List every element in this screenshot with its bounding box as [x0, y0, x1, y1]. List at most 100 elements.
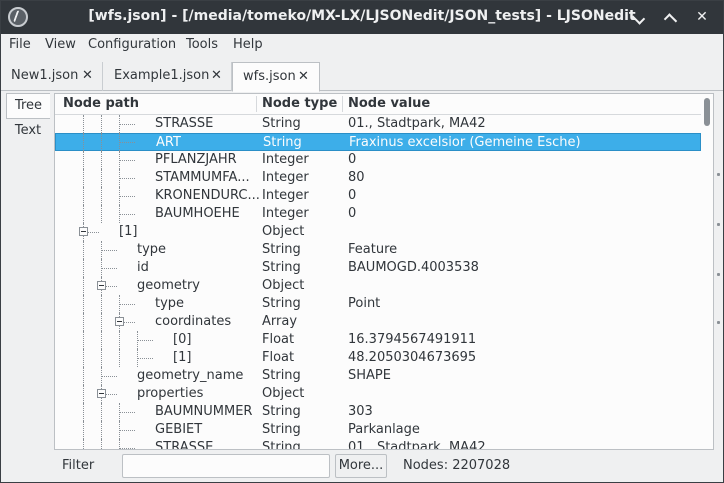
grip-dot	[717, 173, 720, 176]
column-header-path[interactable]: Node path	[63, 96, 139, 111]
tab-example1[interactable]: Example1.json ✕	[104, 62, 232, 91]
node-type: String	[262, 116, 301, 131]
tree-row[interactable]: type String Point	[55, 295, 701, 313]
filter-input[interactable]	[122, 454, 330, 478]
app-window: [wfs.json] - [/media/tomeko/MX-LX/LJSONe…	[0, 0, 724, 483]
tree-guide-line	[83, 295, 84, 313]
more-button[interactable]: More...	[335, 454, 387, 478]
tree-row[interactable]: BAUMNUMMER String 303	[55, 403, 701, 421]
close-icon[interactable]: ✕	[693, 8, 711, 26]
tree-guide-line	[101, 331, 102, 349]
node-path: BAUMHOEHE	[155, 206, 240, 221]
column-header-value[interactable]: Node value	[348, 96, 430, 111]
splitter-handle[interactable]	[715, 93, 724, 480]
collapse-icon[interactable]	[79, 227, 88, 236]
tree-guide-line	[119, 448, 135, 449]
tab-wfs[interactable]: wfs.json ✕	[232, 62, 320, 92]
menu-configuration[interactable]: Configuration	[88, 37, 176, 52]
minimize-icon[interactable]	[629, 8, 647, 26]
tree-row[interactable]: id String BAUMOGD.4003538	[55, 259, 701, 277]
tree-row[interactable]: properties Object	[55, 385, 701, 403]
close-icon[interactable]: ✕	[298, 63, 309, 90]
tree-row[interactable]: GEBIET String Parkanlage	[55, 421, 701, 439]
tree-row[interactable]: ART String Fraxinus excelsior (Gemeine Esc…	[55, 133, 701, 151]
collapse-icon[interactable]	[97, 281, 106, 290]
tab-tree[interactable]: Tree	[6, 93, 50, 119]
node-type: Object	[262, 224, 305, 239]
tree-guide-line	[101, 439, 102, 449]
tree-guide-line	[137, 358, 153, 359]
node-type: Integer	[262, 152, 309, 167]
node-type: String	[263, 135, 302, 150]
node-value: Feature	[348, 242, 398, 257]
tree-guide-line	[119, 142, 135, 143]
collapse-icon[interactable]	[97, 389, 106, 398]
tree-guide-line	[83, 277, 84, 295]
node-value: Parkanlage	[348, 422, 420, 437]
scrollbar-thumb[interactable]	[704, 98, 710, 126]
collapse-icon[interactable]	[115, 317, 124, 326]
node-type: Integer	[262, 170, 309, 185]
tree-guide-line	[119, 331, 120, 349]
vertical-scrollbar[interactable]	[701, 94, 713, 449]
window-title: [wfs.json] - [/media/tomeko/MX-LX/LJSONe…	[88, 8, 636, 24]
tree-guide-line	[83, 349, 84, 367]
node-type: Float	[262, 350, 295, 365]
tree-row[interactable]: PFLANZJAHR Integer 0	[55, 151, 701, 169]
document-tabs: New1.json ✕ Example1.json ✕ wfs.json ✕	[1, 58, 723, 92]
filter-label: Filter	[62, 458, 95, 473]
node-value: 16.3794567491911	[348, 332, 477, 347]
tree-row[interactable]: geometry_name String SHAPE	[55, 367, 701, 385]
tab-text[interactable]: Text	[6, 119, 50, 145]
close-icon[interactable]: ✕	[82, 62, 93, 89]
grip-dot	[717, 223, 720, 226]
tree-guide-line	[83, 259, 84, 277]
tree-row[interactable]: STRASSE String 01., Stadtpark, MA42	[55, 115, 701, 133]
tree-guide-line	[119, 124, 135, 125]
column-header-type[interactable]: Node type	[262, 96, 337, 111]
tree-row[interactable]: [1] Object	[55, 223, 701, 241]
tree-row[interactable]: BAUMHOEHE Integer 0	[55, 205, 701, 223]
column-divider[interactable]	[256, 96, 257, 112]
node-value: 80	[348, 170, 365, 185]
tree-guide-line	[137, 340, 153, 341]
node-path: STAMMUMFA...	[155, 170, 250, 185]
node-path: [0]	[173, 332, 192, 347]
node-type: Integer	[262, 188, 309, 203]
tab-label: Example1.json	[114, 68, 210, 83]
tree-guide-line	[83, 421, 84, 439]
node-value: 0	[348, 152, 357, 167]
grip-dot	[717, 321, 720, 324]
node-path: STRASSE	[155, 440, 214, 450]
tree-guide-line	[83, 151, 84, 169]
menu-file[interactable]: File	[9, 37, 31, 52]
node-value: 303	[348, 404, 373, 419]
menu-help[interactable]: Help	[233, 37, 263, 52]
tree-guide-line	[83, 169, 84, 187]
close-icon[interactable]: ✕	[211, 62, 222, 89]
tree-row[interactable]: KRONENDURC... Integer 0	[55, 187, 701, 205]
tree-guide-line	[119, 412, 135, 413]
maximize-icon[interactable]	[661, 8, 679, 26]
node-path: [1]	[173, 350, 192, 365]
tree-row[interactable]: STRASSE String 01., Stadtpark, MA42	[55, 439, 701, 450]
tree-guide-line	[119, 349, 120, 367]
tree-row[interactable]: type String Feature	[55, 241, 701, 259]
tree-guide-line	[101, 421, 102, 439]
json-tree-view[interactable]: Node path Node type Node value STRASSE St…	[54, 93, 714, 450]
node-type: String	[262, 404, 301, 419]
node-value: 0	[348, 188, 357, 203]
node-path: id	[137, 260, 149, 275]
tree-row[interactable]: geometry Object	[55, 277, 701, 295]
tree-row[interactable]: STAMMUMFA... Integer 80	[55, 169, 701, 187]
node-value: SHAPE	[348, 368, 391, 383]
title-bar[interactable]: [wfs.json] - [/media/tomeko/MX-LX/LJSONe…	[1, 1, 723, 34]
menu-tools[interactable]: Tools	[186, 37, 218, 52]
tab-new1[interactable]: New1.json ✕	[1, 62, 103, 91]
menu-view[interactable]: View	[45, 37, 76, 52]
node-type: Array	[262, 314, 298, 329]
node-path: KRONENDURC...	[155, 188, 260, 203]
node-value: 0	[348, 206, 357, 221]
tree-row[interactable]: coordinates Array	[55, 313, 701, 331]
column-divider[interactable]	[342, 96, 343, 112]
